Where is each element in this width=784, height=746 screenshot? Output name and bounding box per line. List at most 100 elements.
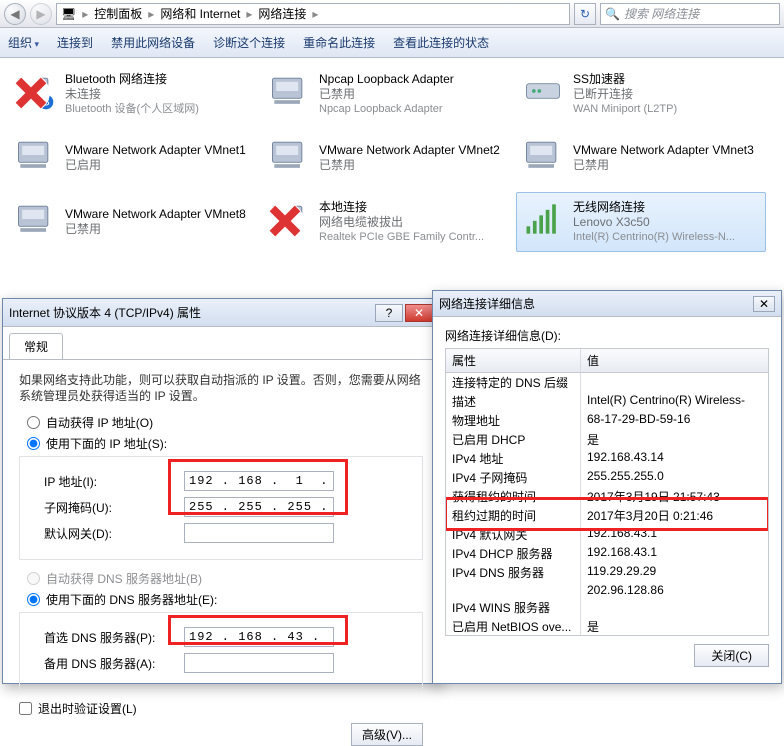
back-button[interactable]: ◀ <box>4 3 26 25</box>
connection-text: Bluetooth 网络连接未连接Bluetooth 设备(个人区域网) <box>65 69 199 119</box>
cmd-organize[interactable]: 组织 <box>8 34 39 51</box>
connection-item[interactable]: 无线网络连接Lenovo X3c50Intel(R) Centrino(R) W… <box>516 192 766 252</box>
detail-close-button[interactable]: 关闭(C) <box>694 644 769 667</box>
detail-row[interactable]: 描述Intel(R) Centrino(R) Wireless- <box>446 392 768 411</box>
detail-row[interactable]: 租约过期的时间2017年3月20日 0:21:46 <box>446 506 768 525</box>
connection-name: VMware Network Adapter VMnet3 <box>573 143 754 158</box>
breadcrumb-a[interactable]: 控制面板 <box>94 5 142 22</box>
detail-row[interactable]: 已启用 DHCP是 <box>446 430 768 449</box>
address-bar[interactable]: 🖥 ▸ 控制面板 ▸ 网络和 Internet ▸ 网络连接 ▸ <box>56 3 570 25</box>
connection-item[interactable]: Npcap Loopback Adapter已禁用Npcap Loopback … <box>262 64 512 124</box>
radio-manual-dns-row[interactable]: 使用下面的 DNS 服务器地址(E): <box>27 591 423 608</box>
detail-val <box>581 598 768 617</box>
detail-val: 2017年3月20日 0:21:46 <box>581 506 768 525</box>
connection-item[interactable]: BBluetooth 网络连接未连接Bluetooth 设备(个人区域网) <box>8 64 258 124</box>
detail-row[interactable]: IPv4 默认网关192.168.43.1 <box>446 525 768 544</box>
detail-heading: 网络连接详细信息(D): <box>445 327 769 344</box>
ipv4-properties-dialog: Internet 协议版本 4 (TCP/IPv4) 属性 ? ✕ 常规 如果网… <box>2 298 440 684</box>
connection-icon <box>13 133 57 177</box>
detail-prop: IPv4 地址 <box>446 449 581 468</box>
advanced-button[interactable]: 高级(V)... <box>351 723 423 746</box>
connection-device: Intel(R) Centrino(R) Wireless-N... <box>573 230 735 245</box>
ip-input[interactable] <box>184 471 334 491</box>
detail-row[interactable]: 连接特定的 DNS 后缀 <box>446 373 768 392</box>
connection-name: VMware Network Adapter VMnet1 <box>65 143 246 158</box>
search-box[interactable]: 🔍 搜索 网络连接 <box>600 3 780 25</box>
connection-icon <box>521 133 565 177</box>
breadcrumb-c[interactable]: 网络连接 <box>258 5 306 22</box>
detail-close-icon[interactable]: ✕ <box>753 296 775 312</box>
cmd-rename[interactable]: 重命名此连接 <box>303 34 375 51</box>
radio-auto-dns-label: 自动获得 DNS 服务器地址(B) <box>46 570 202 587</box>
connection-device: WAN Miniport (L2TP) <box>573 102 677 117</box>
connection-item[interactable]: VMware Network Adapter VMnet3已禁用 <box>516 128 766 188</box>
detail-row[interactable]: IPv4 子网掩码255.255.255.0 <box>446 468 768 487</box>
connection-icon <box>267 133 311 177</box>
detail-val: 192.168.43.14 <box>581 449 768 468</box>
detail-prop: 已启用 DHCP <box>446 430 581 449</box>
detail-row[interactable]: 物理地址68-17-29-BD-59-16 <box>446 411 768 430</box>
dns2-row: 备用 DNS 服务器(A): <box>44 653 416 673</box>
connection-item[interactable]: VMware Network Adapter VMnet8已禁用 <box>8 192 258 252</box>
cmd-disable[interactable]: 禁用此网络设备 <box>111 34 195 51</box>
exit-verify-checkbox[interactable] <box>19 702 32 715</box>
refresh-button[interactable]: ↻ <box>574 3 596 25</box>
col-value[interactable]: 值 <box>581 349 768 372</box>
detail-row[interactable]: IPv4 DNS 服务器119.29.29.29 <box>446 563 768 582</box>
connection-status: 已禁用 <box>319 87 454 102</box>
connection-item[interactable]: SS加速器已断开连接WAN Miniport (L2TP) <box>516 64 766 124</box>
exit-verify-row[interactable]: 退出时验证设置(L) <box>19 700 423 717</box>
connection-status: 已禁用 <box>65 222 246 237</box>
mask-input[interactable] <box>184 497 334 517</box>
tab-general[interactable]: 常规 <box>9 333 63 359</box>
detail-titlebar[interactable]: 网络连接详细信息 ✕ <box>433 291 781 317</box>
dns2-input[interactable] <box>184 653 334 673</box>
radio-auto-ip[interactable] <box>27 416 40 429</box>
command-bar: 组织 连接到 禁用此网络设备 诊断这个连接 重命名此连接 查看此连接的状态 <box>0 28 784 58</box>
breadcrumb-b[interactable]: 网络和 Internet <box>160 5 240 22</box>
gw-input[interactable] <box>184 523 334 543</box>
connection-name: SS加速器 <box>573 72 677 87</box>
forward-button[interactable]: ▶ <box>30 3 52 25</box>
connection-status: 已禁用 <box>319 158 500 173</box>
cmd-status[interactable]: 查看此连接的状态 <box>393 34 489 51</box>
detail-row[interactable]: 获得租约的时间2017年3月19日 21:57:43 <box>446 487 768 506</box>
connection-status: 已启用 <box>65 158 246 173</box>
radio-auto-dns-row: 自动获得 DNS 服务器地址(B) <box>27 570 423 587</box>
detail-prop: 已启用 NetBIOS ove... <box>446 617 581 636</box>
cmd-diag[interactable]: 诊断这个连接 <box>213 34 285 51</box>
ipv4-titlebar[interactable]: Internet 协议版本 4 (TCP/IPv4) 属性 ? ✕ <box>3 299 439 327</box>
connection-device: Bluetooth 设备(个人区域网) <box>65 102 199 117</box>
detail-prop: IPv4 WINS 服务器 <box>446 598 581 617</box>
gw-label: 默认网关(D): <box>44 525 184 542</box>
detail-title-text: 网络连接详细信息 <box>439 295 535 312</box>
connection-text: 无线网络连接Lenovo X3c50Intel(R) Centrino(R) W… <box>573 197 735 247</box>
radio-manual-dns[interactable] <box>27 593 40 606</box>
ip-row: IP 地址(I): <box>44 471 416 491</box>
radio-manual-ip-label: 使用下面的 IP 地址(S): <box>46 435 167 452</box>
dns1-input[interactable] <box>184 627 334 647</box>
help-button[interactable]: ? <box>375 304 403 322</box>
detail-row[interactable]: IPv4 地址192.168.43.14 <box>446 449 768 468</box>
detail-val: 是 <box>581 617 768 636</box>
connection-item[interactable]: 本地连接网络电缆被拔出Realtek PCIe GBE Family Contr… <box>262 192 512 252</box>
detail-row[interactable]: IPv4 WINS 服务器 <box>446 598 768 617</box>
col-property[interactable]: 属性 <box>446 349 581 372</box>
detail-row[interactable]: 已启用 NetBIOS ove...是 <box>446 617 768 636</box>
connection-item[interactable]: VMware Network Adapter VMnet1已启用 <box>8 128 258 188</box>
detail-row[interactable]: 202.96.128.86 <box>446 582 768 598</box>
radio-manual-ip-row[interactable]: 使用下面的 IP 地址(S): <box>27 435 423 452</box>
connection-item[interactable]: VMware Network Adapter VMnet2已禁用 <box>262 128 512 188</box>
radio-auto-ip-row[interactable]: 自动获得 IP 地址(O) <box>27 414 423 431</box>
cmd-connect[interactable]: 连接到 <box>57 34 93 51</box>
connection-text: VMware Network Adapter VMnet1已启用 <box>65 133 246 183</box>
connection-icon <box>267 69 311 113</box>
radio-manual-ip[interactable] <box>27 437 40 450</box>
detail-row[interactable]: IPv4 DHCP 服务器192.168.43.1 <box>446 544 768 563</box>
connection-text: VMware Network Adapter VMnet3已禁用 <box>573 133 754 183</box>
detail-val: 2017年3月19日 21:57:43 <box>581 487 768 506</box>
close-button[interactable]: ✕ <box>405 304 433 322</box>
exit-verify-label: 退出时验证设置(L) <box>38 700 137 717</box>
ipv4-info: 如果网络支持此功能，则可以获取自动指派的 IP 设置。否则，您需要从网络系统管理… <box>19 372 423 404</box>
connection-name: 无线网络连接 <box>573 200 735 215</box>
